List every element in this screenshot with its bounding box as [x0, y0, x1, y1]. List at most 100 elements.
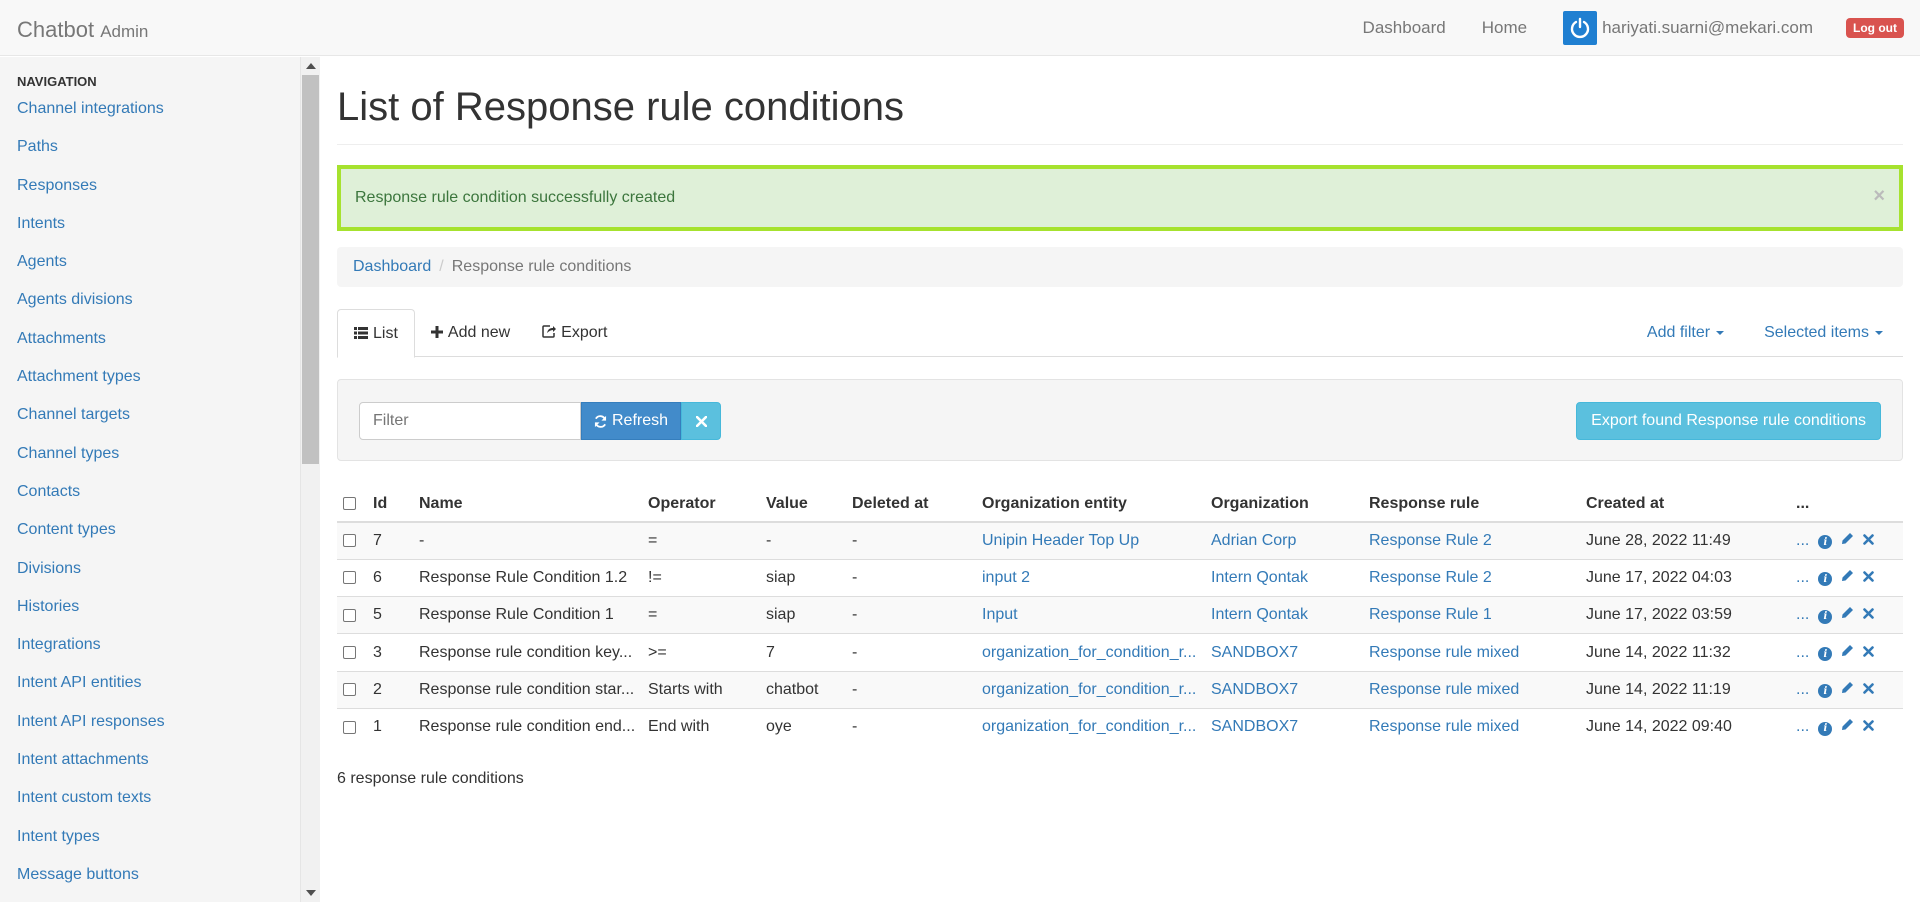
organization-entity-link[interactable]: Input: [982, 606, 1018, 623]
col-deleted-at[interactable]: Deleted at: [846, 487, 976, 523]
organization-link[interactable]: Adrian Corp: [1211, 532, 1296, 549]
organization-link[interactable]: SANDBOX7: [1211, 644, 1298, 661]
organization-entity-link[interactable]: organization_for_condition_r...: [982, 718, 1196, 735]
col-id[interactable]: Id: [367, 487, 413, 523]
edit-pencil-icon[interactable]: [1841, 681, 1854, 697]
more-link[interactable]: ...: [1796, 718, 1809, 735]
info-icon[interactable]: i: [1818, 644, 1833, 662]
sidebar-item-channel-targets[interactable]: Channel targets: [17, 405, 300, 443]
sidebar-item-responses[interactable]: Responses: [17, 176, 300, 214]
delete-icon[interactable]: [1863, 681, 1875, 697]
logout-button[interactable]: Log out: [1846, 18, 1904, 38]
col-created-at[interactable]: Created at: [1580, 487, 1790, 523]
sidebar-item-paths[interactable]: Paths: [17, 137, 300, 175]
sidebar-item-intent-api-responses[interactable]: Intent API responses: [17, 712, 300, 750]
alert-close-icon[interactable]: ×: [1873, 185, 1885, 208]
organization-link[interactable]: SANDBOX7: [1211, 718, 1298, 735]
organization-link[interactable]: Intern Qontak: [1211, 569, 1308, 586]
info-icon[interactable]: i: [1818, 718, 1833, 736]
nav-dashboard-link[interactable]: Dashboard: [1363, 18, 1446, 38]
user-email-link[interactable]: hariyati.suarni@mekari.com: [1602, 18, 1813, 38]
scroll-down-arrow-icon[interactable]: [306, 890, 316, 896]
row-checkbox[interactable]: [343, 683, 356, 697]
user-avatar-power-icon[interactable]: [1563, 11, 1598, 45]
tab-add-new[interactable]: Add new: [415, 309, 526, 357]
add-filter-dropdown[interactable]: Add filter: [1647, 324, 1725, 342]
breadcrumb-dashboard-link[interactable]: Dashboard: [353, 258, 431, 276]
sidebar-item-contacts[interactable]: Contacts: [17, 482, 300, 520]
organization-entity-link[interactable]: input 2: [982, 569, 1030, 586]
delete-icon[interactable]: [1863, 569, 1875, 585]
scroll-up-arrow-icon[interactable]: [306, 63, 316, 69]
organization-entity-link[interactable]: organization_for_condition_r...: [982, 681, 1196, 698]
response-rule-link[interactable]: Response Rule 1: [1369, 606, 1492, 623]
response-rule-link[interactable]: Response rule mixed: [1369, 681, 1519, 698]
delete-icon[interactable]: [1863, 644, 1875, 660]
tab-export[interactable]: Export: [526, 309, 623, 357]
organization-link[interactable]: SANDBOX7: [1211, 681, 1298, 698]
info-icon[interactable]: i: [1818, 681, 1833, 699]
sidebar-item-intent-types[interactable]: Intent types: [17, 827, 300, 865]
sidebar-item-channel-integrations[interactable]: Channel integrations: [17, 99, 300, 137]
delete-icon[interactable]: [1863, 718, 1875, 734]
row-checkbox[interactable]: [343, 720, 356, 734]
col-response-rule[interactable]: Response rule: [1363, 487, 1580, 523]
sidebar-scrollbar[interactable]: [300, 57, 320, 902]
scroll-thumb[interactable]: [302, 75, 319, 464]
edit-pencil-icon[interactable]: [1841, 606, 1854, 622]
nav-home-link[interactable]: Home: [1482, 18, 1527, 38]
sidebar-item-agents[interactable]: Agents: [17, 252, 300, 290]
refresh-button[interactable]: Refresh: [581, 402, 681, 440]
organization-entity-link[interactable]: organization_for_condition_r...: [982, 644, 1196, 661]
clear-filter-button[interactable]: [681, 402, 721, 440]
sidebar-item-intent-custom-texts[interactable]: Intent custom texts: [17, 788, 300, 826]
row-checkbox[interactable]: [343, 645, 356, 659]
row-checkbox[interactable]: [343, 608, 356, 622]
sidebar-item-content-types[interactable]: Content types: [17, 520, 300, 558]
delete-icon[interactable]: [1863, 532, 1875, 548]
more-link[interactable]: ...: [1796, 644, 1809, 661]
sidebar-item-message-buttons[interactable]: Message buttons: [17, 865, 300, 902]
edit-pencil-icon[interactable]: [1841, 569, 1854, 585]
select-all-checkbox[interactable]: [343, 497, 356, 511]
info-icon[interactable]: i: [1818, 606, 1833, 624]
sidebar-item-attachments[interactable]: Attachments: [17, 329, 300, 367]
organization-link[interactable]: Intern Qontak: [1211, 606, 1308, 623]
response-rule-link[interactable]: Response Rule 2: [1369, 569, 1492, 586]
col-name[interactable]: Name: [413, 487, 642, 523]
info-icon[interactable]: i: [1818, 569, 1833, 587]
more-link[interactable]: ...: [1796, 532, 1809, 549]
sidebar-item-integrations[interactable]: Integrations: [17, 635, 300, 673]
edit-pencil-icon[interactable]: [1841, 718, 1854, 734]
response-rule-link[interactable]: Response rule mixed: [1369, 644, 1519, 661]
sidebar-item-intent-attachments[interactable]: Intent attachments: [17, 750, 300, 788]
sidebar-item-intents[interactable]: Intents: [17, 214, 300, 252]
response-rule-link[interactable]: Response Rule 2: [1369, 532, 1492, 549]
response-rule-link[interactable]: Response rule mixed: [1369, 718, 1519, 735]
sidebar-item-attachment-types[interactable]: Attachment types: [17, 367, 300, 405]
col-operator[interactable]: Operator: [642, 487, 760, 523]
more-link[interactable]: ...: [1796, 681, 1809, 698]
edit-pencil-icon[interactable]: [1841, 644, 1854, 660]
filter-input[interactable]: [359, 402, 581, 440]
sidebar-item-histories[interactable]: Histories: [17, 597, 300, 635]
delete-icon[interactable]: [1863, 606, 1875, 622]
export-found-button[interactable]: Export found Response rule conditions: [1576, 402, 1881, 440]
selected-items-dropdown[interactable]: Selected items: [1764, 324, 1883, 342]
sidebar-item-divisions[interactable]: Divisions: [17, 559, 300, 597]
brand-link[interactable]: Chatbot Admin: [17, 17, 148, 43]
col-value[interactable]: Value: [760, 487, 846, 523]
more-link[interactable]: ...: [1796, 606, 1809, 623]
col-organization-entity[interactable]: Organization entity: [976, 487, 1205, 523]
sidebar-item-channel-types[interactable]: Channel types: [17, 444, 300, 482]
organization-entity-link[interactable]: Unipin Header Top Up: [982, 532, 1139, 549]
more-link[interactable]: ...: [1796, 569, 1809, 586]
row-checkbox[interactable]: [343, 534, 356, 548]
edit-pencil-icon[interactable]: [1841, 532, 1854, 548]
sidebar-item-intent-api-entities[interactable]: Intent API entities: [17, 673, 300, 711]
tab-list[interactable]: List: [337, 309, 415, 358]
col-organization[interactable]: Organization: [1205, 487, 1363, 523]
sidebar-item-agents-divisions[interactable]: Agents divisions: [17, 290, 300, 328]
row-checkbox[interactable]: [343, 571, 356, 585]
info-icon[interactable]: i: [1818, 532, 1833, 550]
